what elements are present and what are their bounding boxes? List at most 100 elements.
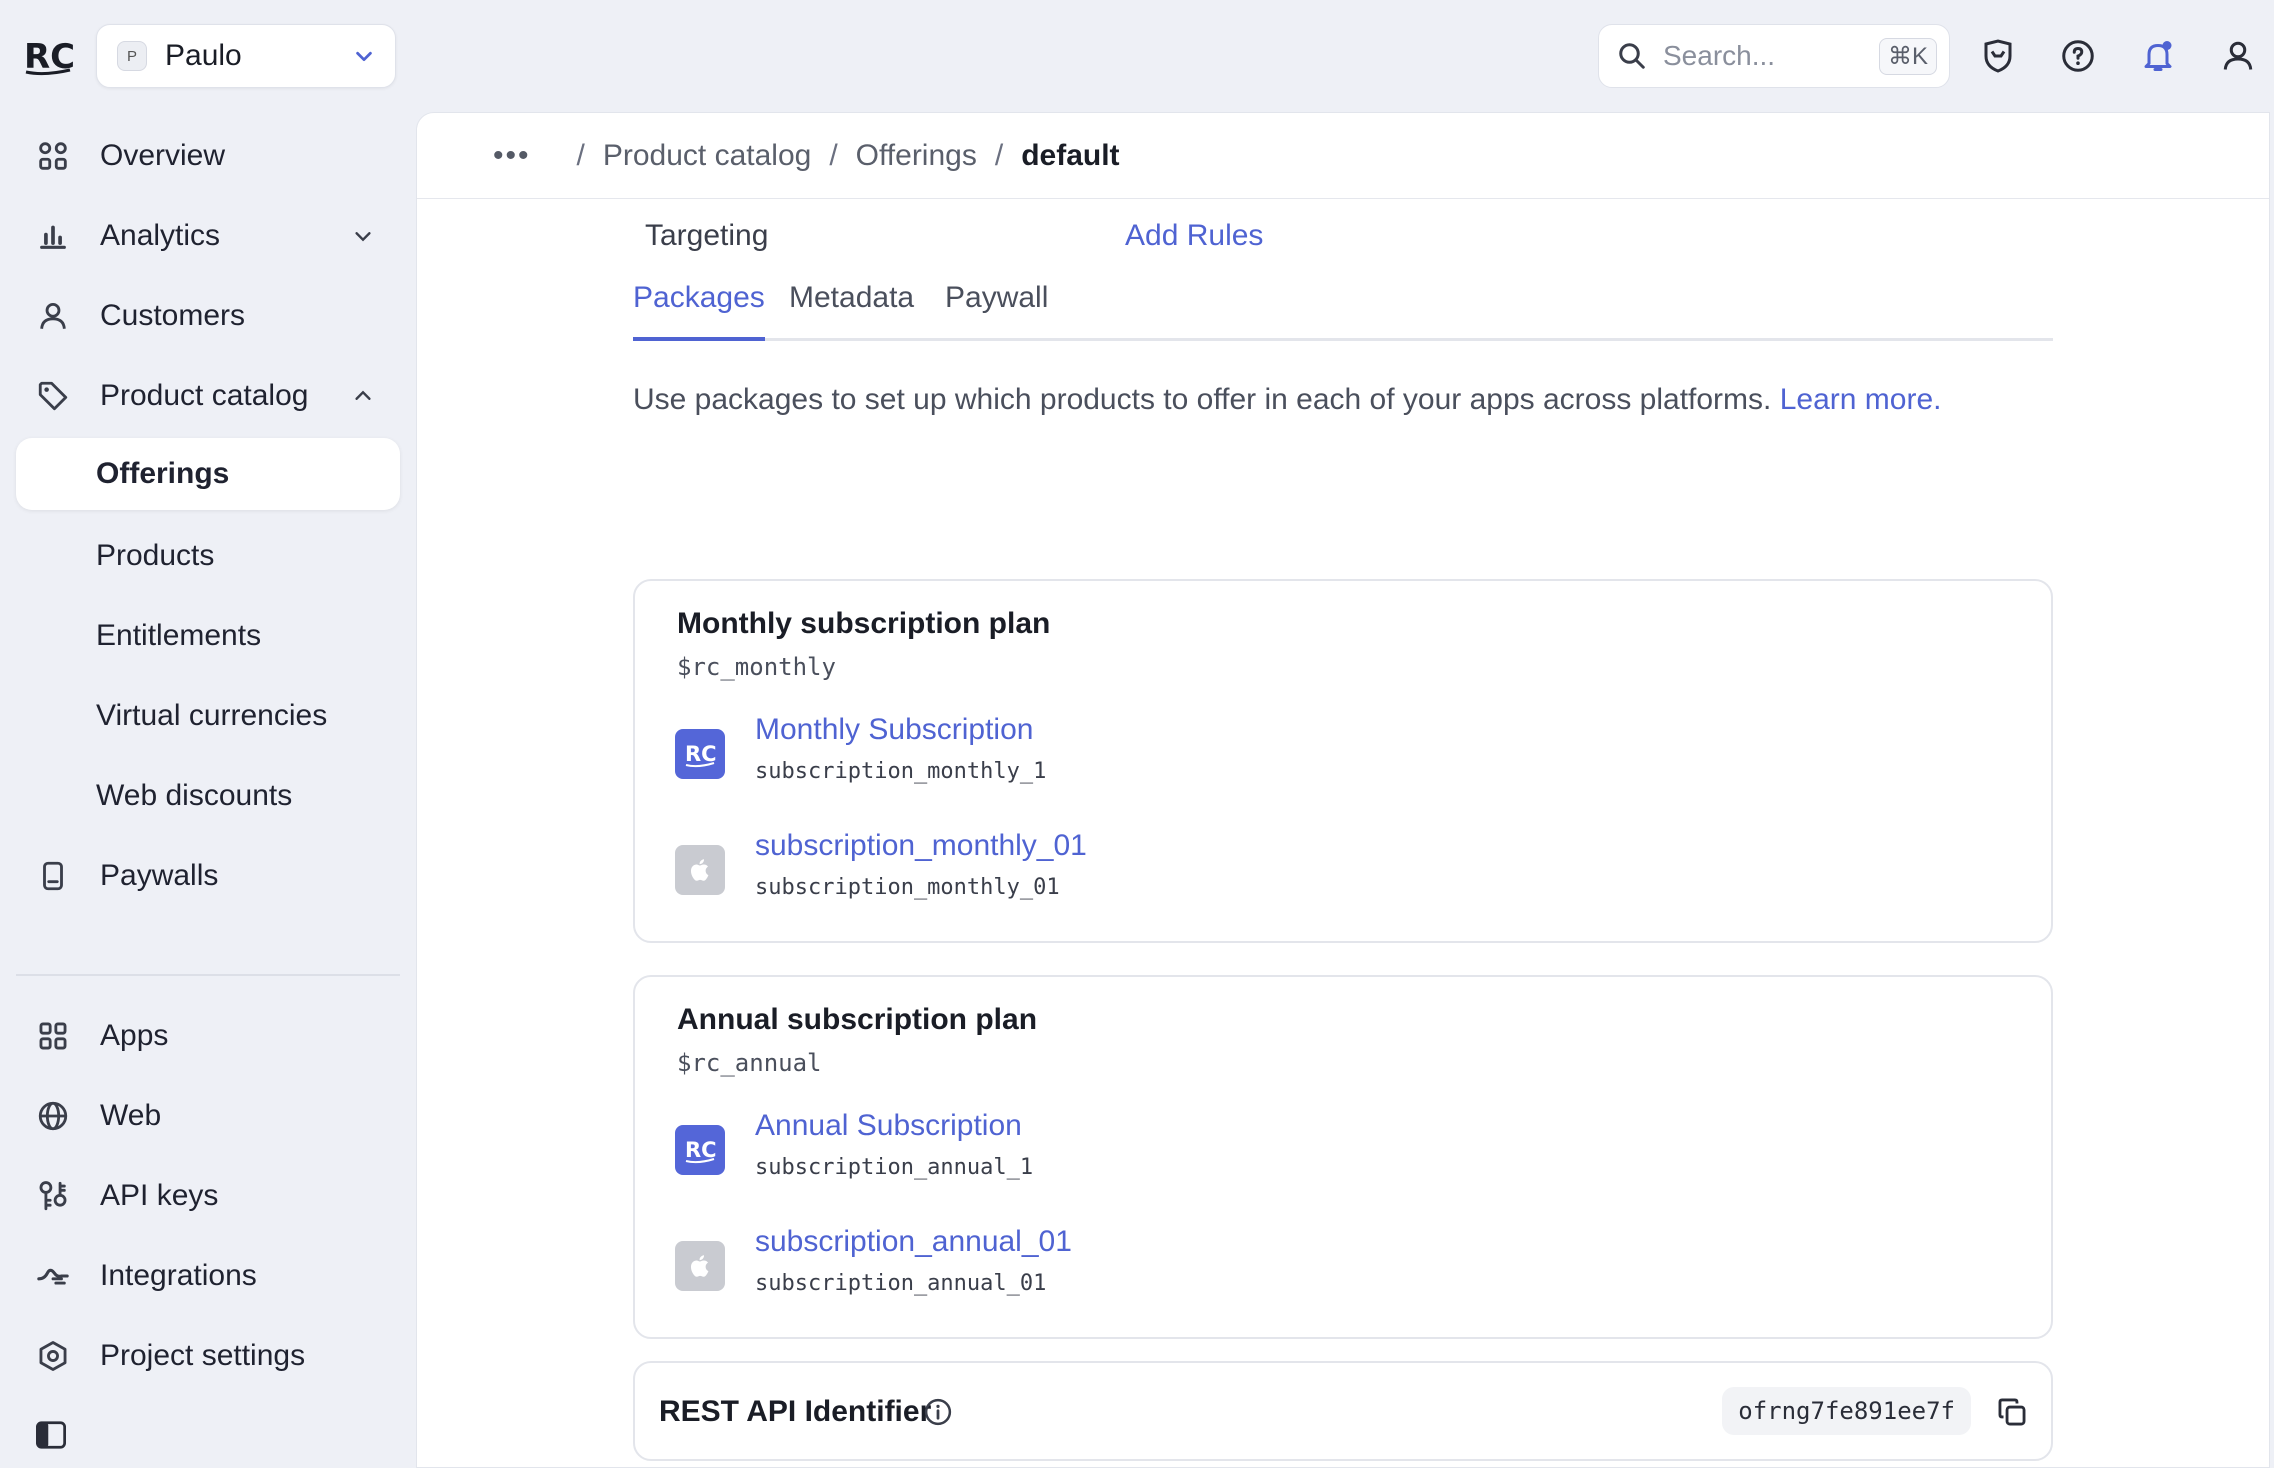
revenuecat-logo[interactable]: RC bbox=[24, 34, 74, 76]
copy-icon[interactable] bbox=[1995, 1395, 2029, 1429]
breadcrumb-separator: / bbox=[829, 138, 838, 172]
sidebar-label: Virtual currencies bbox=[96, 699, 328, 732]
breadcrumb-offerings[interactable]: Offerings bbox=[856, 139, 977, 173]
sidebar-label: Paywalls bbox=[100, 859, 219, 892]
sidebar-label: Web bbox=[100, 1099, 162, 1132]
sidebar-item-web[interactable]: Web bbox=[16, 1080, 400, 1152]
grid-icon bbox=[39, 142, 67, 170]
product-identifier: subscription_monthly_01 bbox=[755, 875, 1060, 900]
project-avatar: P bbox=[117, 41, 147, 71]
sidebar-label: Products bbox=[96, 539, 215, 572]
product-identifier: subscription_annual_01 bbox=[755, 1271, 1047, 1296]
sidebar-item-analytics[interactable]: Analytics bbox=[16, 200, 400, 272]
sidebar-item-offerings[interactable]: Offerings bbox=[16, 438, 400, 510]
sidebar-label: Web discounts bbox=[96, 779, 293, 812]
add-rules-link[interactable]: Add Rules bbox=[1125, 219, 1263, 253]
product-identifier: subscription_annual_1 bbox=[755, 1155, 1034, 1180]
product-name-link[interactable]: Annual Subscription bbox=[755, 1109, 1022, 1143]
search-icon bbox=[1619, 43, 1645, 69]
rest-api-value: ofrng7fe891ee7f bbox=[1722, 1387, 1971, 1435]
targeting-row: Targeting Add Rules bbox=[645, 219, 2045, 269]
project-name: Paulo bbox=[165, 39, 242, 72]
breadcrumb-separator: / bbox=[576, 138, 585, 172]
package-card[interactable]: Annual subscription plan $rc_annual RC A… bbox=[633, 975, 2053, 1339]
device-icon bbox=[43, 861, 63, 891]
breadcrumb-product-catalog[interactable]: Product catalog bbox=[603, 139, 811, 173]
svg-text:RC: RC bbox=[685, 742, 717, 766]
sidebar-item-customers[interactable]: Customers bbox=[16, 280, 400, 352]
product-row[interactable]: RC Monthly Subscription subscription_mon… bbox=[675, 713, 1575, 793]
sidebar-label: Product catalog bbox=[100, 379, 309, 412]
person-icon bbox=[40, 302, 66, 329]
tab-packages[interactable]: Packages bbox=[633, 281, 765, 341]
product-row[interactable]: RC Annual Subscription subscription_annu… bbox=[675, 1109, 1575, 1189]
packages-description: Use packages to set up which products to… bbox=[633, 383, 1941, 417]
search-input[interactable]: Search... ⌘K bbox=[1598, 24, 1950, 88]
package-identifier: $rc_annual bbox=[677, 1049, 822, 1077]
product-name-link[interactable]: subscription_annual_01 bbox=[755, 1225, 1072, 1259]
breadcrumb-separator: / bbox=[994, 138, 1004, 172]
rest-api-label: REST API Identifier bbox=[659, 1395, 932, 1428]
chevron-down-icon bbox=[355, 232, 371, 242]
rest-api-identifier-card: REST API Identifier ofrng7fe891ee7f bbox=[633, 1361, 2053, 1461]
breadcrumb: ••• / Product catalog / Offerings / defa… bbox=[417, 113, 2269, 199]
sidebar-item-virtual-currencies[interactable]: Virtual currencies bbox=[16, 680, 400, 752]
main-panel: ••• / Product catalog / Offerings / defa… bbox=[416, 112, 2270, 1468]
sidebar-label: Entitlements bbox=[96, 619, 262, 652]
search-shortcut: ⌘K bbox=[1878, 37, 1937, 75]
shield-icon[interactable] bbox=[1980, 38, 2016, 74]
sidebar-item-integrations[interactable]: Integrations bbox=[16, 1240, 400, 1312]
help-icon[interactable] bbox=[2060, 38, 2096, 74]
package-card[interactable]: Monthly subscription plan $rc_monthly RC… bbox=[633, 579, 2053, 943]
breadcrumb-current: default bbox=[1021, 138, 1120, 172]
globe-icon bbox=[38, 1101, 68, 1131]
sidebar-item-entitlements[interactable]: Entitlements bbox=[16, 600, 400, 672]
description-text: Use packages to set up which products to… bbox=[633, 383, 1772, 416]
product-row[interactable]: subscription_monthly_01 subscription_mon… bbox=[675, 829, 1575, 909]
chevron-down-icon bbox=[356, 51, 372, 62]
tab-bar: Packages Metadata Paywall bbox=[633, 281, 2053, 341]
sidebar-item-product-catalog[interactable]: Product catalog bbox=[16, 360, 400, 432]
info-icon[interactable] bbox=[923, 1397, 953, 1427]
sidebar-item-overview[interactable]: Overview bbox=[16, 120, 400, 192]
svg-text:RC: RC bbox=[685, 1138, 717, 1162]
sidebar-toggle-icon[interactable] bbox=[34, 1420, 68, 1450]
tag-icon bbox=[38, 381, 68, 411]
sidebar-label: Customers bbox=[100, 299, 246, 332]
notification-bell-icon[interactable] bbox=[2140, 38, 2176, 74]
search-placeholder: Search... bbox=[1663, 40, 1776, 71]
tab-metadata[interactable]: Metadata bbox=[789, 281, 914, 341]
product-name-link[interactable]: Monthly Subscription bbox=[755, 713, 1033, 747]
sidebar-label: Analytics bbox=[100, 219, 221, 252]
sidebar-label: API keys bbox=[100, 1179, 219, 1212]
sidebar-item-project-settings[interactable]: Project settings bbox=[16, 1320, 400, 1392]
sidebar-item-apps[interactable]: Apps bbox=[16, 1000, 400, 1072]
product-identifier: subscription_monthly_1 bbox=[755, 759, 1047, 784]
apps-icon bbox=[39, 1022, 67, 1050]
revenuecat-store-icon: RC bbox=[675, 1125, 725, 1175]
sidebar-item-api-keys[interactable]: API keys bbox=[16, 1160, 400, 1232]
breadcrumb-more-button[interactable]: ••• bbox=[493, 139, 531, 173]
key-icon bbox=[39, 1181, 67, 1211]
apple-store-icon bbox=[675, 1241, 725, 1291]
targeting-label: Targeting bbox=[645, 219, 769, 252]
product-row[interactable]: subscription_annual_01 subscription_annu… bbox=[675, 1225, 1575, 1305]
bar-chart-icon bbox=[40, 225, 66, 249]
revenuecat-store-icon: RC bbox=[675, 729, 725, 779]
user-icon[interactable] bbox=[2220, 38, 2256, 74]
sidebar-label: Apps bbox=[100, 1019, 169, 1052]
learn-more-link[interactable]: Learn more. bbox=[1780, 383, 1942, 416]
sidebar-label: Project settings bbox=[100, 1339, 306, 1372]
integrations-icon bbox=[37, 1268, 69, 1285]
product-name-link[interactable]: subscription_monthly_01 bbox=[755, 829, 1087, 863]
package-identifier: $rc_monthly bbox=[677, 653, 836, 681]
package-title: Annual subscription plan bbox=[677, 1003, 1038, 1036]
sidebar-item-web-discounts[interactable]: Web discounts bbox=[16, 760, 400, 832]
package-title: Monthly subscription plan bbox=[677, 607, 1051, 640]
project-selector[interactable]: P Paulo bbox=[96, 24, 396, 88]
sidebar-label: Integrations bbox=[100, 1259, 257, 1292]
sidebar-item-products[interactable]: Products bbox=[16, 520, 400, 592]
tab-paywall[interactable]: Paywall bbox=[945, 281, 1048, 341]
sidebar-item-paywalls[interactable]: Paywalls bbox=[16, 840, 400, 912]
sidebar-divider bbox=[16, 974, 400, 976]
